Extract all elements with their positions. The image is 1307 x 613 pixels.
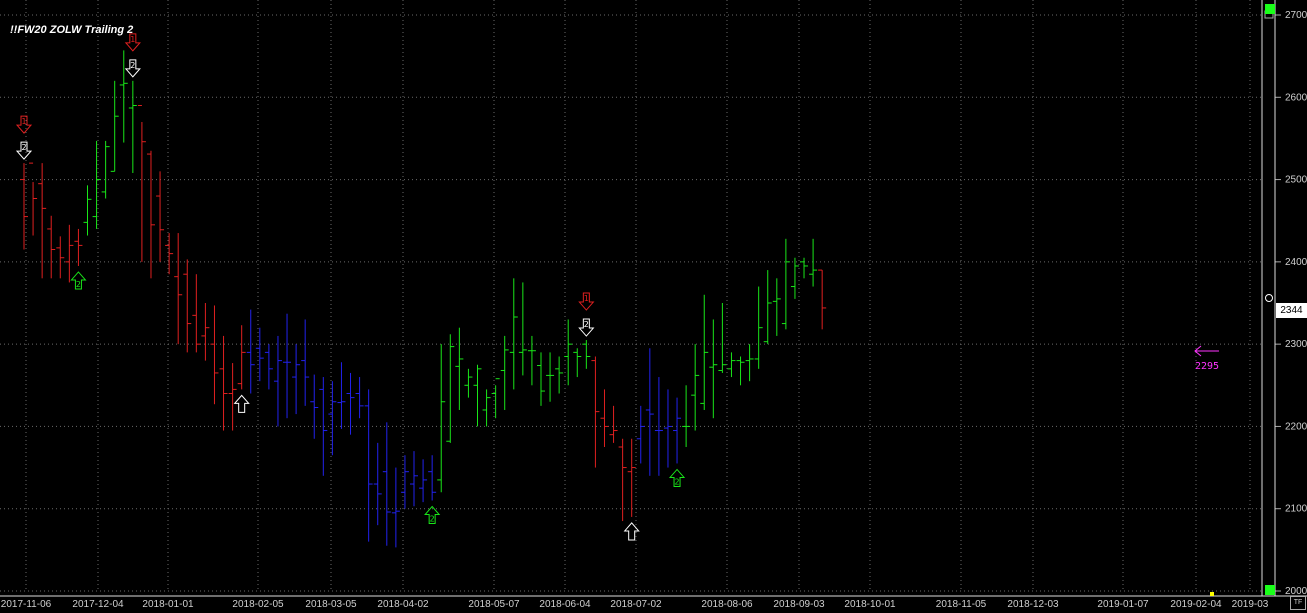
x-tick-label: 2018-07-02 — [610, 599, 662, 610]
signal-label: 2 — [674, 477, 679, 486]
x-tick-label: 2018-06-04 — [539, 599, 591, 610]
x-tick-label: 2017-12-04 — [72, 599, 124, 610]
signal-label: 2 — [21, 143, 26, 152]
top-resize-handle-icon[interactable] — [1265, 4, 1275, 14]
signal-label: 1 — [21, 117, 26, 126]
x-tick-label: 2019-02-04 — [1170, 599, 1222, 610]
y-tick-label: 2200 — [1285, 421, 1307, 432]
y-tick-label: 2100 — [1285, 504, 1307, 515]
price-chart[interactable]: 122122122 200021002200230024002500260027… — [0, 0, 1307, 613]
last-price-badge: 2344 — [1276, 303, 1307, 318]
x-tick-label: 2018-08-06 — [701, 599, 753, 610]
x-tick-label: 2018-01-01 — [142, 599, 194, 610]
y-tick-label: 2700 — [1285, 10, 1307, 21]
bottom-resize-handle-icon[interactable] — [1265, 585, 1275, 595]
signal-label: 1 — [130, 35, 135, 44]
x-tick-label: 2019-03 — [1232, 599, 1269, 610]
signal-label: 1 — [584, 294, 589, 303]
y-tick-label: 2500 — [1285, 175, 1307, 186]
signal-label: 2 — [584, 320, 589, 329]
x-tick-label: 2017-11-06 — [1, 599, 52, 610]
scroll-position-marker[interactable] — [1210, 592, 1214, 596]
study-title: !!FW20 ZOLW Trailing 2 — [10, 24, 134, 36]
timeframe-button[interactable]: TF — [1290, 596, 1306, 610]
x-tick-label: 2018-10-01 — [844, 599, 896, 610]
x-tick-label: 2018-02-05 — [232, 599, 284, 610]
y-tick-label: 2300 — [1285, 339, 1307, 350]
x-tick-label: 2018-11-05 — [936, 599, 987, 610]
signal-label: 2 — [76, 280, 81, 289]
x-tick-label: 2018-12-03 — [1007, 599, 1059, 610]
signal-label: 2 — [430, 514, 435, 523]
x-tick-label: 2018-04-02 — [377, 599, 429, 610]
x-tick-label: 2018-05-07 — [468, 599, 520, 610]
signal-label: 2 — [130, 61, 135, 70]
y-tick-label: 2400 — [1285, 257, 1307, 268]
x-tick-label: 2018-03-05 — [305, 599, 357, 610]
x-tick-label: 2019-01-07 — [1097, 599, 1149, 610]
target-price-label: 2295 — [1195, 361, 1219, 372]
x-tick-label: 2018-09-03 — [773, 599, 825, 610]
y-tick-label: 2600 — [1285, 92, 1307, 103]
